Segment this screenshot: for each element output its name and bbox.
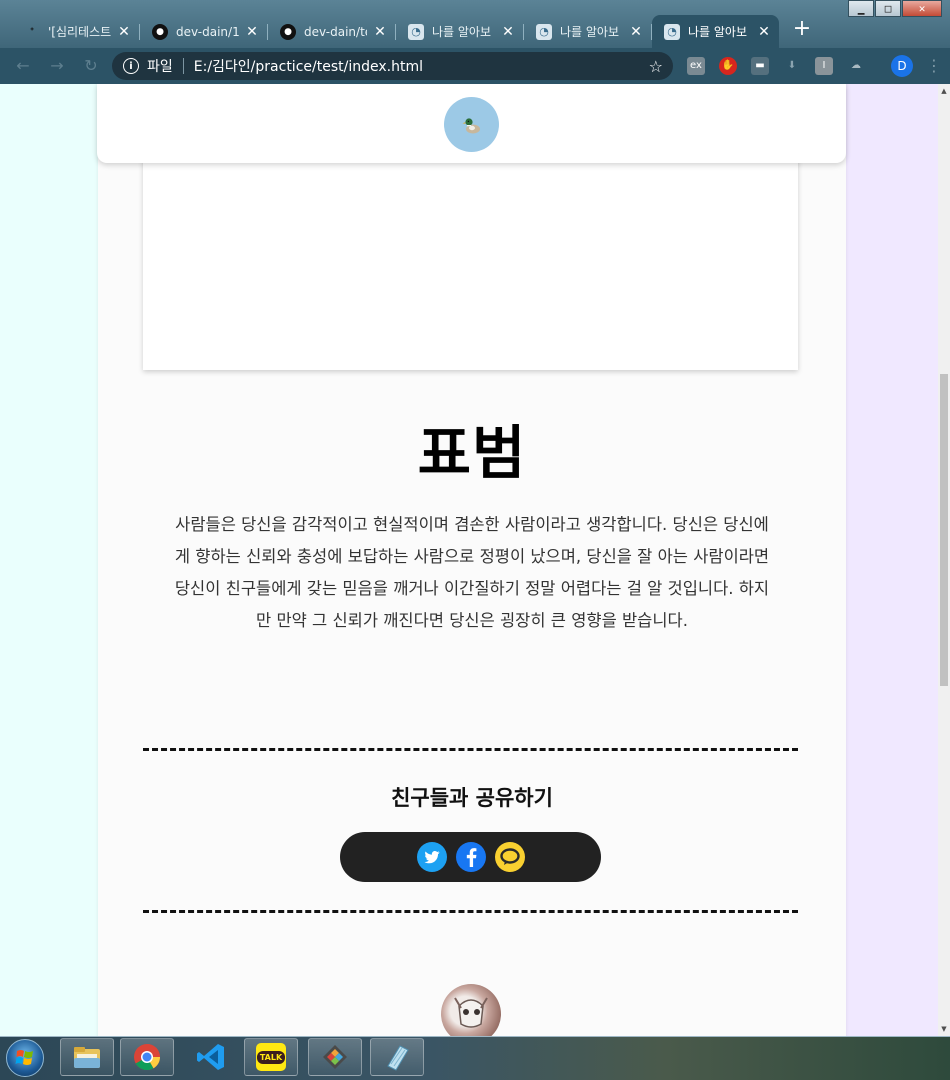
scroll-down-icon[interactable]: ▼	[938, 1022, 950, 1036]
tab-label: 나를 알아보	[432, 25, 492, 39]
windows-logo-icon	[15, 1050, 33, 1065]
taskbar-notepad-button[interactable]	[370, 1038, 424, 1076]
browser-tab[interactable]: ◔ 나를 알아보 ✕	[396, 15, 524, 48]
notepad-icon	[387, 1045, 409, 1071]
twitter-icon	[424, 851, 439, 864]
scrollbar-thumb[interactable]	[940, 374, 948, 686]
tab-close-icon[interactable]: ✕	[501, 24, 515, 40]
maximize-button[interactable]: □	[875, 0, 901, 17]
close-window-button[interactable]: ✕	[902, 0, 942, 17]
profile-avatar-button[interactable]: D	[891, 55, 913, 77]
browser-toolbar: ← → ↻ i 파일 E:/김다인/practice/test/index.ht…	[0, 48, 950, 84]
share-title: 친구들과 공유하기	[391, 786, 553, 810]
minimize-button[interactable]: ▁	[848, 0, 874, 17]
tab-label: dev-dain/1(	[176, 24, 239, 39]
kakaotalk-app-icon: TALK	[256, 1043, 286, 1071]
kakaotalk-app-label: TALK	[256, 1050, 286, 1064]
kakaotalk-icon	[499, 848, 520, 865]
tab-close-icon[interactable]: ✕	[245, 24, 259, 40]
info-icon[interactable]: i	[123, 58, 139, 74]
tab-label: 나를 알아보	[688, 25, 748, 39]
dashed-divider	[143, 910, 798, 913]
github-icon: ●	[152, 23, 168, 40]
extension-cloud-icon[interactable]: ☁	[847, 57, 865, 75]
result-title: 표범	[417, 419, 527, 487]
page-scrollbar[interactable]: ▲ ▼	[938, 84, 950, 1036]
chrome-icon	[134, 1044, 161, 1071]
taskbar-chrome-button[interactable]	[120, 1038, 174, 1076]
taskbar-explorer-button[interactable]	[60, 1038, 114, 1076]
new-tab-button[interactable]: +	[788, 16, 816, 44]
taskbar-kakaotalk-button[interactable]: TALK	[244, 1038, 298, 1076]
page-favicon-icon: ◔	[664, 23, 680, 40]
share-bar	[340, 832, 601, 882]
duck-logo-icon[interactable]	[444, 97, 499, 152]
page-favicon-icon: ◔	[408, 23, 424, 40]
twitter-share-button[interactable]	[416, 842, 447, 872]
folder-icon	[74, 1047, 100, 1068]
browser-tab[interactable]: ● dev-dain/te ✕	[268, 15, 396, 48]
facebook-share-button[interactable]	[455, 842, 486, 872]
url-text[interactable]: E:/김다인/practice/test/index.html	[194, 56, 649, 76]
kakaotalk-share-button[interactable]	[494, 842, 525, 872]
start-button[interactable]	[6, 1039, 44, 1077]
browser-tab[interactable]: ◔ 나를 알아보 ✕	[524, 15, 652, 48]
tab-strip: ᐩ '[심리테스트 ✕ ● dev-dain/1( ✕ ● dev-dain/t…	[12, 13, 816, 48]
site-header	[97, 84, 846, 163]
reload-icon[interactable]: ↻	[80, 55, 102, 77]
tab-close-icon[interactable]: ✕	[373, 24, 387, 40]
tab-label: '[심리테스트	[48, 25, 111, 39]
tab-close-icon[interactable]: ✕	[117, 24, 131, 40]
taskbar-vscode-button[interactable]	[184, 1038, 238, 1076]
extension-download-icon[interactable]: ⬇	[783, 57, 801, 75]
tab-label: 나를 알아보	[560, 25, 620, 39]
address-bar[interactable]: i 파일 E:/김다인/practice/test/index.html ☆	[112, 52, 673, 80]
window-controls: ▁ □ ✕	[847, 0, 942, 17]
bookmark-star-icon[interactable]: ☆	[649, 57, 663, 76]
tab-close-icon[interactable]: ✕	[757, 24, 771, 40]
browser-tab-active[interactable]: ◔ 나를 알아보 ✕	[652, 15, 779, 48]
browser-menu-icon[interactable]: ⋮	[926, 56, 942, 75]
vscode-icon	[197, 1044, 224, 1070]
browser-tab[interactable]: ᐩ '[심리테스트 ✕	[12, 15, 140, 48]
omnibox-divider	[182, 58, 184, 74]
scroll-up-icon[interactable]: ▲	[938, 84, 950, 98]
tab-close-icon[interactable]: ✕	[629, 24, 643, 40]
browser-titlebar: ▁ □ ✕ ᐩ '[심리테스트 ✕ ● dev-dain/1( ✕ ● dev-…	[0, 0, 950, 48]
dashed-divider	[143, 748, 798, 751]
extension-screen-icon[interactable]: ▬	[751, 57, 769, 75]
extension-red-hand-icon[interactable]: ✋	[719, 57, 737, 75]
page-favicon-icon: ◔	[536, 23, 552, 40]
result-description: 사람들은 당신을 감각적이고 현실적이며 겸손한 사람이라고 생각합니다. 당신…	[174, 515, 770, 630]
file-scheme-label: 파일	[147, 59, 173, 75]
facebook-icon	[466, 848, 476, 867]
windows-taskbar: TALK	[0, 1036, 950, 1080]
browser-tab[interactable]: ● dev-dain/1( ✕	[140, 15, 268, 48]
result-image-placeholder	[143, 144, 798, 370]
page-viewport: 표범 사람들은 당신을 감각적이고 현실적이며 겸손한 사람이라고 생각합니다.…	[0, 84, 938, 1036]
extension-ex-icon[interactable]: ex	[687, 57, 705, 75]
author-avatar[interactable]	[441, 984, 501, 1036]
git-tool-icon	[323, 1045, 347, 1069]
tab-label: dev-dain/te	[304, 24, 367, 39]
back-arrow-icon[interactable]: ←	[12, 55, 34, 77]
github-icon: ●	[280, 23, 296, 40]
forward-arrow-icon[interactable]: →	[46, 55, 68, 77]
testbook-favicon-icon: ᐩ	[29, 25, 35, 38]
extension-i-icon[interactable]: I	[815, 57, 833, 75]
taskbar-git-tool-button[interactable]	[308, 1038, 362, 1076]
